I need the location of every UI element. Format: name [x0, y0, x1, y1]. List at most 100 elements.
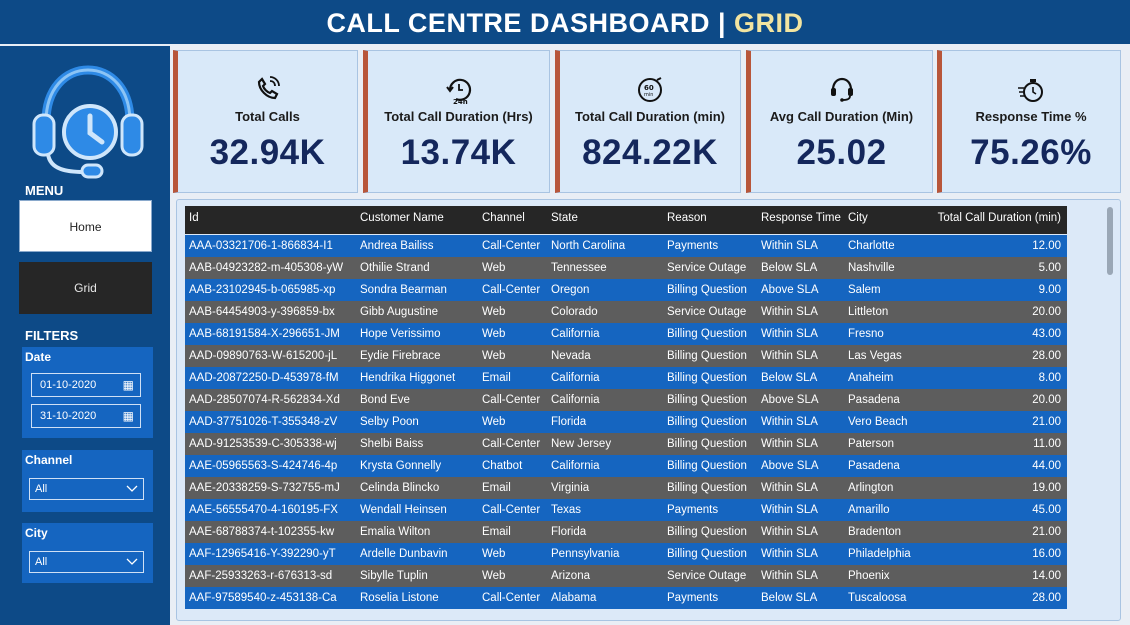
cell-state: Alabama: [551, 592, 597, 604]
cell-id: AAE-68788374-t-102355-kw: [189, 526, 335, 538]
data-grid: Id Customer Name Channel State Reason Re…: [176, 199, 1121, 621]
kpi-card-duration-min: 60 min Total Call Duration (min) 824.22K: [555, 50, 741, 193]
cell-customer-name: Emalia Wilton: [360, 526, 431, 538]
headset-icon: [751, 75, 932, 103]
cell-id: AAD-20872250-D-453978-fM: [189, 372, 339, 384]
cell-channel: Web: [482, 350, 506, 362]
svg-text:60: 60: [644, 84, 654, 92]
cell-response-time: Within SLA: [761, 350, 818, 362]
cell-reason: Service Outage: [667, 306, 747, 318]
table-row[interactable]: AAF-97589540-z-453138-Ca Roselia Listone C…: [185, 587, 1067, 609]
kpi-value: 32.94K: [209, 133, 326, 172]
column-header-reason[interactable]: Reason: [667, 206, 707, 230]
kpi-label: Response Time %: [975, 109, 1087, 124]
kpi-label: Total Call Duration (Hrs): [384, 109, 533, 124]
cell-channel: Web: [482, 262, 506, 274]
table-row[interactable]: AAE-20338259-S-732755-mJ Celinda Blincko E…: [185, 477, 1067, 499]
cell-id: AAE-56555470-4-160195-FX: [189, 504, 338, 516]
table-row[interactable]: AAB-23102945-b-065985-xp Sondra Bearman Ca…: [185, 279, 1067, 301]
column-header-customer-name[interactable]: Customer Name: [360, 206, 444, 230]
vertical-scrollbar[interactable]: [1107, 207, 1113, 275]
table-row[interactable]: AAD-37751026-T-355348-zV Selby Poon Web Flo…: [185, 411, 1067, 433]
cell-reason: Billing Question: [667, 416, 747, 428]
channel-dropdown[interactable]: All: [29, 478, 144, 500]
table-row[interactable]: AAD-28507074-R-562834-Xd Bond Eve Call-Cen…: [185, 389, 1067, 411]
cell-id: AAF-12965416-Y-392290-yT: [189, 548, 336, 560]
nav-grid-button[interactable]: Grid: [19, 262, 152, 314]
cell-total-duration: 14.00: [1032, 570, 1061, 582]
column-header-channel[interactable]: Channel: [482, 206, 525, 230]
cell-customer-name: Eydie Firebrace: [360, 350, 441, 362]
table-row[interactable]: AAB-64454903-y-396859-bx Gibb Augustine We…: [185, 301, 1067, 323]
cell-city: Salem: [848, 284, 881, 296]
column-header-state[interactable]: State: [551, 206, 578, 230]
cell-state: Texas: [551, 504, 582, 516]
cell-customer-name: Hendrika Higgonet: [360, 372, 456, 384]
cell-city: Philadelphia: [848, 548, 911, 560]
nav-home-button[interactable]: Home: [19, 200, 152, 252]
table-row[interactable]: AAD-91253539-C-305338-wj Shelbi Baiss Call…: [185, 433, 1067, 455]
calendar-icon[interactable]: ▦: [123, 405, 134, 427]
cell-state: Virginia: [551, 482, 590, 494]
cell-state: Colorado: [551, 306, 598, 318]
table-row[interactable]: AAF-25933263-r-676313-sd Sibylle Tuplin We…: [185, 565, 1067, 587]
title-main: CALL CENTRE DASHBOARD: [326, 8, 710, 38]
table-row[interactable]: AAE-56555470-4-160195-FX Wendall Heinsen C…: [185, 499, 1067, 521]
cell-reason: Billing Question: [667, 548, 747, 560]
table-row[interactable]: AAE-68788374-t-102355-kw Emalia Wilton Ema…: [185, 521, 1067, 543]
cell-reason: Billing Question: [667, 526, 747, 538]
kpi-value: 25.02: [796, 133, 887, 172]
cell-response-time: Within SLA: [761, 482, 818, 494]
cell-state: Arizona: [551, 570, 590, 582]
cell-customer-name: Andrea Bailiss: [360, 240, 434, 252]
cell-city: Las Vegas: [848, 350, 902, 362]
page-title: CALL CENTRE DASHBOARD | GRID: [326, 8, 803, 38]
cell-total-duration: 45.00: [1032, 504, 1061, 516]
start-date-input[interactable]: 01-10-2020 ▦: [31, 373, 141, 397]
table-row[interactable]: AAD-20872250-D-453978-fM Hendrika Higgone…: [185, 367, 1067, 389]
cell-customer-name: Roselia Listone: [360, 592, 439, 604]
cell-response-time: Within SLA: [761, 548, 818, 560]
table-row[interactable]: AAB-04923282-m-405308-yW Othilie Strand We…: [185, 257, 1067, 279]
cell-city: Littleton: [848, 306, 889, 318]
cell-state: North Carolina: [551, 240, 626, 252]
cell-response-time: Within SLA: [761, 438, 818, 450]
cell-reason: Billing Question: [667, 438, 747, 450]
table-row[interactable]: AAE-05965563-S-424746-4p Krysta Gonnelly C…: [185, 455, 1067, 477]
city-dropdown[interactable]: All: [29, 551, 144, 573]
table-row[interactable]: AAB-68191584-X-296651-JM Hope Verissimo We…: [185, 323, 1067, 345]
kpi-card-avg-duration: Avg Call Duration (Min) 25.02: [746, 50, 933, 193]
table-row[interactable]: AAA-03321706-1-866834-I1 Andrea Bailiss Ca…: [185, 235, 1067, 257]
kpi-value: 75.26%: [970, 133, 1092, 172]
column-header-response-time[interactable]: Response Time: [761, 206, 841, 230]
cell-response-time: Above SLA: [761, 460, 819, 472]
cell-channel: Web: [482, 328, 506, 340]
cell-channel: Call-Center: [482, 284, 541, 296]
column-header-city[interactable]: City: [848, 206, 868, 230]
channel-filter-panel: Channel All: [22, 450, 153, 512]
cell-id: AAA-03321706-1-866834-I1: [189, 240, 333, 252]
table-row[interactable]: AAD-09890763-W-615200-jL Eydie Firebrace W…: [185, 345, 1067, 367]
60min-timer-icon: 60 min: [560, 75, 740, 103]
city-filter-panel: City All: [22, 523, 153, 583]
column-header-total-duration[interactable]: Total Call Duration (min): [938, 206, 1061, 230]
data-grid-body: Id Customer Name Channel State Reason Re…: [185, 206, 1067, 618]
cell-customer-name: Ardelle Dunbavin: [360, 548, 448, 560]
column-header-id[interactable]: Id: [189, 206, 199, 230]
kpi-label: Avg Call Duration (Min): [769, 109, 914, 124]
table-row[interactable]: AAF-12965416-Y-392290-yT Ardelle Dunbavin…: [185, 543, 1067, 565]
kpi-card-response-time: Response Time % 75.26%: [937, 50, 1121, 193]
cell-response-time: Within SLA: [761, 306, 818, 318]
cell-channel: Call-Center: [482, 240, 541, 252]
kpi-value: 824.22K: [582, 133, 718, 172]
cell-state: Pennsylvania: [551, 548, 620, 560]
calendar-icon[interactable]: ▦: [123, 374, 134, 396]
cell-city: Pasadena: [848, 460, 900, 472]
cell-total-duration: 16.00: [1032, 548, 1061, 560]
cell-state: California: [551, 394, 600, 406]
cell-response-time: Within SLA: [761, 328, 818, 340]
end-date-input[interactable]: 31-10-2020 ▦: [31, 404, 141, 428]
cell-customer-name: Gibb Augustine: [360, 306, 439, 318]
cell-response-time: Above SLA: [761, 284, 819, 296]
cell-reason: Payments: [667, 240, 719, 252]
